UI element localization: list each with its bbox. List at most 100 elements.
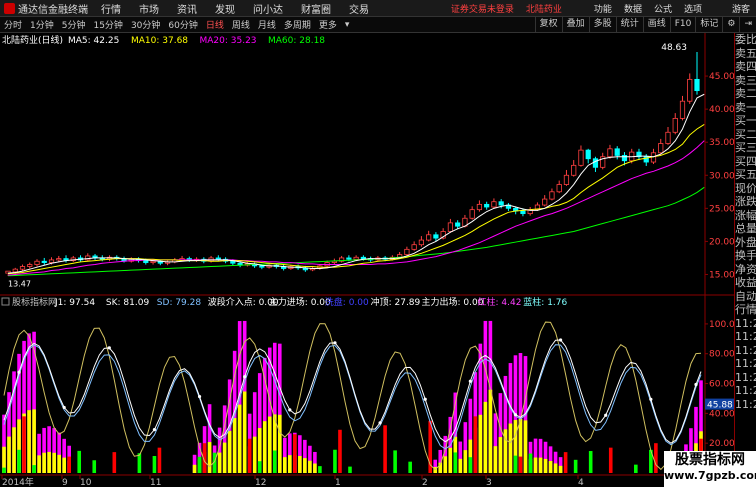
sidebar-item-7[interactable]: 买二 bbox=[735, 128, 756, 142]
sidebar-item-25[interactable]: 11:2 bbox=[735, 371, 756, 385]
indicator-name: 股标指标网 bbox=[12, 296, 57, 308]
period-5min[interactable]: 5分钟 bbox=[58, 18, 90, 31]
sidebar-item-22[interactable]: 11:2 bbox=[735, 330, 756, 344]
login-warning[interactable]: 证券交易未登录 bbox=[445, 2, 520, 15]
stats-button[interactable]: 统计 bbox=[615, 17, 643, 32]
menu-options[interactable]: 选项 bbox=[678, 2, 708, 15]
menu-data[interactable]: 数据 bbox=[618, 2, 648, 15]
green-bar bbox=[408, 461, 412, 473]
sidebar-item-0[interactable]: 委比 bbox=[735, 33, 756, 47]
red-bar bbox=[563, 452, 568, 473]
menu-ask[interactable]: 问小达 bbox=[244, 1, 292, 16]
sk-dot bbox=[107, 346, 111, 350]
kline-title: 北陆药业(日线) bbox=[2, 34, 63, 46]
yellow-bar bbox=[262, 421, 267, 473]
yellow-bar bbox=[12, 427, 16, 473]
period-15min[interactable]: 15分钟 bbox=[89, 18, 126, 31]
restore-rights-button[interactable]: 复权 bbox=[534, 17, 562, 32]
period-intraday[interactable]: 分时 bbox=[0, 18, 26, 31]
yellow-bar bbox=[37, 455, 41, 473]
sidebar-item-21[interactable]: 11:2 bbox=[735, 317, 756, 331]
sidebar-item-2[interactable]: 卖四 bbox=[735, 60, 756, 74]
collapse-icon[interactable]: ⇥ bbox=[739, 17, 756, 32]
indicator-label-0: J1: 97.54 bbox=[54, 298, 95, 308]
period-1min[interactable]: 1分钟 bbox=[26, 18, 58, 31]
sidebar-item-18[interactable]: 收益 bbox=[735, 276, 756, 290]
f10-button[interactable]: F10 bbox=[669, 17, 696, 32]
green-bar bbox=[257, 461, 262, 473]
sk-dot bbox=[649, 397, 653, 401]
sidebar-item-24[interactable]: 11:2 bbox=[735, 357, 756, 371]
red-bar bbox=[247, 438, 252, 473]
sidebar-item-8[interactable]: 买三 bbox=[735, 141, 756, 155]
candle-body bbox=[150, 260, 156, 263]
yellow-bar bbox=[283, 457, 287, 473]
user-label[interactable]: 游客 bbox=[726, 2, 756, 15]
indicator-label-5: 洗盘: 0.00 bbox=[325, 296, 369, 308]
sidebar-item-27[interactable]: 11:2 bbox=[735, 398, 756, 412]
yellow-bar bbox=[313, 463, 317, 473]
ind-tick-1: 80.00 bbox=[709, 350, 734, 360]
period-monthly[interactable]: 月线 bbox=[254, 18, 280, 31]
gear-icon[interactable]: ⚙ bbox=[722, 17, 739, 32]
menu-quotes[interactable]: 行情 bbox=[92, 1, 130, 16]
menu-market[interactable]: 市场 bbox=[130, 1, 168, 16]
mark-button[interactable]: 标记 bbox=[695, 17, 722, 32]
quote-sidebar: 委比 卖五 卖四 卖三 卖二 卖一 买一 买二 买三 买四 买五 现价 涨跌 涨幅 总量 外盘 换手 净资 收益 自动… bbox=[734, 33, 756, 477]
sidebar-item-17[interactable]: 净资 bbox=[735, 263, 756, 277]
period-30min[interactable]: 30分钟 bbox=[127, 18, 164, 31]
sidebar-item-11[interactable]: 现价 bbox=[735, 182, 756, 196]
sk-dot bbox=[513, 413, 518, 417]
green-bar bbox=[468, 457, 473, 473]
menu-formula[interactable]: 公式 bbox=[648, 2, 678, 15]
chart-area[interactable]: 北陆药业(日线) MA5: 42.25 MA10: 37.68 MA20: 35.23… bbox=[0, 33, 734, 487]
red-bar bbox=[608, 447, 613, 473]
sidebar-item-15[interactable]: 外盘 bbox=[735, 236, 756, 250]
menu-wealth[interactable]: 财富圈 bbox=[292, 1, 340, 16]
indicator-label-7: 主力出场: 0.00 bbox=[422, 296, 484, 308]
period-multi[interactable]: 多周期 bbox=[280, 18, 315, 31]
sidebar-item-3[interactable]: 卖三 bbox=[735, 74, 756, 88]
sidebar-item-12[interactable]: 涨跌 bbox=[735, 195, 756, 209]
menu-function[interactable]: 功能 bbox=[588, 2, 618, 15]
menu-news[interactable]: 资讯 bbox=[168, 1, 206, 16]
ind-tick-4: 20.00 bbox=[709, 439, 734, 449]
indicator-label-4: 主力进场: 0.00 bbox=[269, 296, 331, 308]
green-bar bbox=[393, 450, 397, 473]
sidebar-item-10[interactable]: 买五 bbox=[735, 168, 756, 182]
sidebar-item-4[interactable]: 卖二 bbox=[735, 87, 756, 101]
stock-link[interactable]: 北陆药业 bbox=[520, 2, 568, 15]
menu-discover[interactable]: 发现 bbox=[206, 1, 244, 16]
chevron-down-icon[interactable]: ▾ bbox=[341, 20, 354, 30]
sidebar-item-19[interactable]: 自动 bbox=[735, 290, 756, 304]
x-label-0: 2014年 bbox=[2, 476, 34, 487]
period-60min[interactable]: 60分钟 bbox=[164, 18, 201, 31]
multi-stock-button[interactable]: 多股 bbox=[588, 17, 616, 32]
period-weekly[interactable]: 周线 bbox=[228, 18, 254, 31]
yellow-bar bbox=[32, 409, 36, 473]
sidebar-item-5[interactable]: 卖一 bbox=[735, 101, 756, 115]
overlay-button[interactable]: 叠加 bbox=[561, 17, 589, 32]
price-tick-5: 20.00 bbox=[709, 237, 734, 247]
yellow-bar bbox=[237, 404, 242, 473]
candle-body bbox=[549, 191, 555, 200]
sidebar-item-6[interactable]: 买一 bbox=[735, 114, 756, 128]
candle-body bbox=[520, 210, 526, 215]
sidebar-item-14[interactable]: 总量 bbox=[735, 222, 756, 236]
sidebar-item-9[interactable]: 买四 bbox=[735, 155, 756, 169]
sidebar-item-26[interactable]: 11:2 bbox=[735, 384, 756, 398]
yellow-bar bbox=[298, 456, 302, 473]
menu-trade[interactable]: 交易 bbox=[340, 1, 378, 16]
yellow-bar bbox=[62, 457, 66, 473]
draw-line-button[interactable]: 画线 bbox=[642, 17, 670, 32]
sidebar-item-13[interactable]: 涨幅 bbox=[735, 209, 756, 223]
sidebar-item-1[interactable]: 卖五 bbox=[735, 47, 756, 61]
sidebar-item-16[interactable]: 换手 bbox=[735, 249, 756, 263]
green-bar bbox=[513, 455, 518, 473]
period-daily[interactable]: 日线 bbox=[202, 18, 228, 31]
period-more[interactable]: 更多 bbox=[315, 18, 341, 31]
candle-body bbox=[607, 148, 613, 158]
sidebar-item-20[interactable]: 行情 bbox=[735, 303, 756, 317]
yellow-bar bbox=[242, 391, 247, 473]
sidebar-item-23[interactable]: 11:2 bbox=[735, 344, 756, 358]
